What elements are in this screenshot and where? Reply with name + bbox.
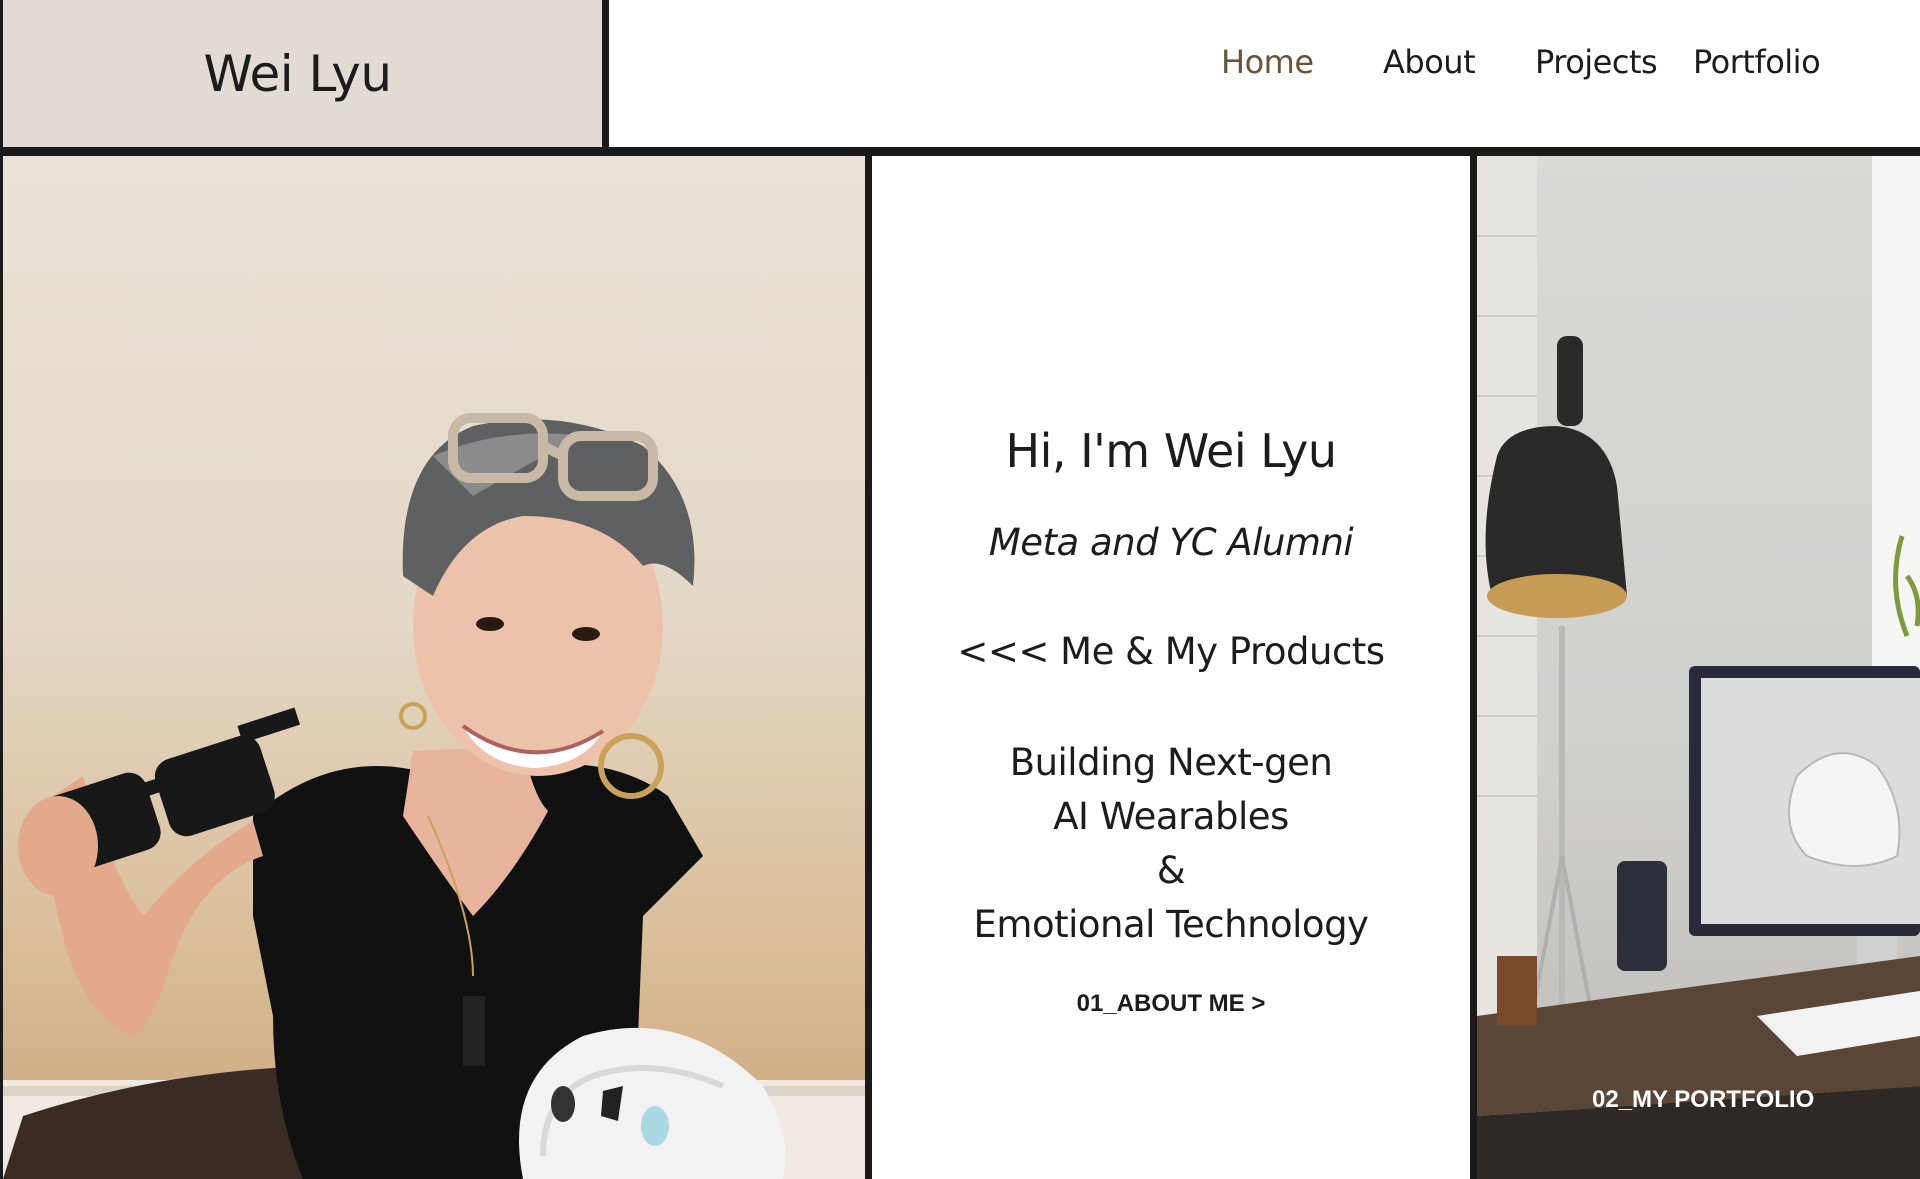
about-me-link[interactable]: 01_ABOUT ME > xyxy=(872,990,1470,1018)
mission-line: Emotional Technology xyxy=(973,903,1369,946)
site-logo[interactable]: Wei Lyu xyxy=(203,45,392,103)
site-logo-box[interactable]: Wei Lyu xyxy=(3,0,602,147)
profile-photo xyxy=(3,156,865,1179)
hero-panel: Hi, I'm Wei Lyu Meta and YC Alumni <<< M… xyxy=(872,156,1470,1179)
hero-mission: Building Next-gen AI Wearables & Emotion… xyxy=(872,736,1470,952)
profile-photo-illustration xyxy=(3,413,865,1179)
page: Wei Lyu Home About Projects Portfolio Hi… xyxy=(0,0,1920,1179)
mission-line: AI Wearables xyxy=(1053,795,1289,838)
mission-line: Building Next-gen xyxy=(1009,741,1333,784)
desk-photo-illustration xyxy=(1477,156,1920,1179)
hero-subtitle: Meta and YC Alumni xyxy=(988,521,1354,564)
top-nav: Home About Projects Portfolio xyxy=(609,0,1920,147)
nav-projects[interactable]: Projects xyxy=(1535,43,1658,81)
nav-portfolio[interactable]: Portfolio xyxy=(1693,43,1821,81)
hero-products-line: <<< Me & My Products xyxy=(957,630,1385,673)
portfolio-panel[interactable]: 02_MY PORTFOLIO xyxy=(1477,156,1920,1179)
nav-home[interactable]: Home xyxy=(1221,43,1314,81)
hero-title: Hi, I'm Wei Lyu xyxy=(1005,424,1337,478)
mission-line: & xyxy=(1156,849,1186,892)
my-portfolio-link[interactable]: 02_MY PORTFOLIO xyxy=(1592,1086,1814,1114)
nav-about[interactable]: About xyxy=(1383,43,1476,81)
